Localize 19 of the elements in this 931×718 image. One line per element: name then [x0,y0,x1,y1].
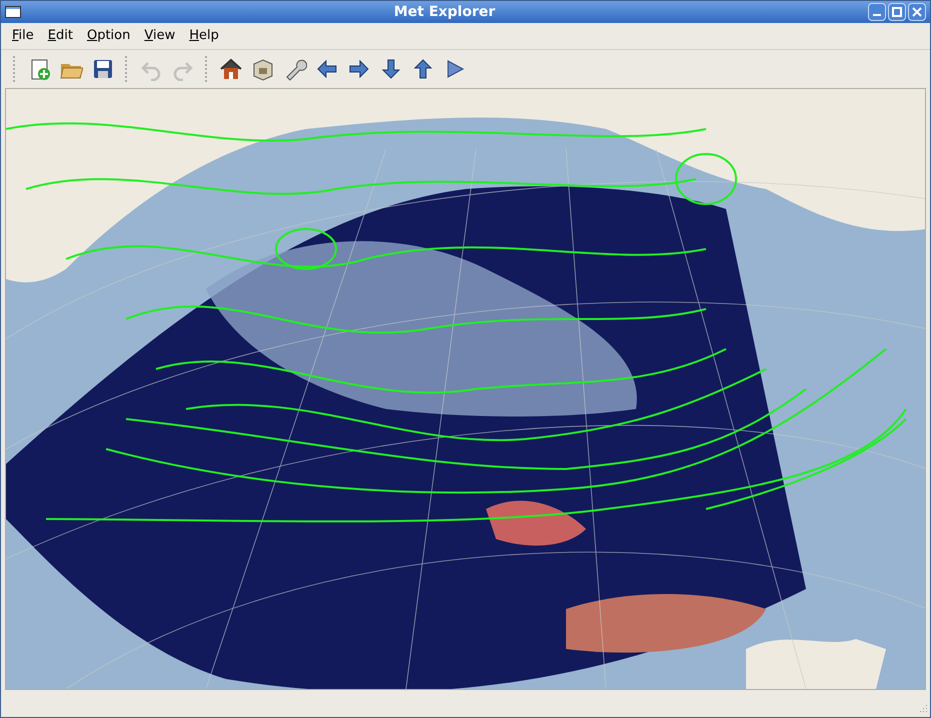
menu-item[interactable]: Edit [46,26,74,46]
down-arrow-icon [379,57,403,81]
box-icon [251,57,275,81]
minimize-icon [873,14,881,16]
menu-item[interactable]: Help [188,26,220,46]
menu-item[interactable]: View [143,26,176,46]
up-arrow-icon [411,57,435,81]
window-title: Met Explorer [394,2,496,22]
maximize-icon [892,7,902,17]
minimize-button[interactable] [868,3,886,21]
window-menu-icon[interactable] [5,6,21,18]
right-arrow-icon [347,57,371,81]
menu-item[interactable]: File [11,26,35,46]
close-icon [912,7,922,17]
left-arrow-icon [315,57,339,81]
menu-item[interactable]: Option [86,26,132,46]
house-icon [219,57,243,81]
close-button[interactable] [908,3,926,21]
maximize-button[interactable] [888,3,906,21]
